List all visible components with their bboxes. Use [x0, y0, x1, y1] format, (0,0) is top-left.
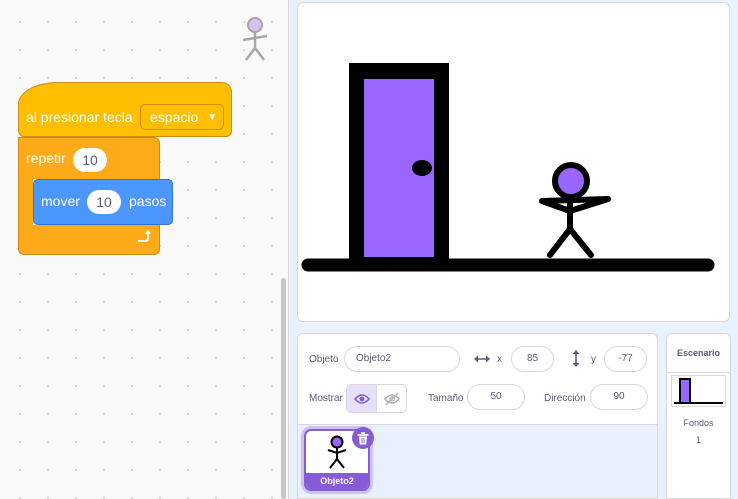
repeat-block-label: repetir: [26, 150, 66, 166]
trash-icon: [357, 431, 369, 444]
object-label: Objeto: [309, 354, 339, 365]
sprite-tile-label: Objeto2: [306, 473, 368, 489]
hat-block-label: al presionar tecla: [26, 109, 133, 125]
x-label: x: [497, 354, 502, 365]
key-dropdown[interactable]: espacio ▼: [140, 104, 224, 130]
door-sprite: [349, 63, 449, 265]
y-label: y: [591, 354, 596, 365]
stage-selector: Escenario Fondos 1: [666, 333, 731, 499]
horizontal-arrows-icon: [474, 355, 490, 363]
eye-icon: [353, 393, 370, 404]
repeat-count-input[interactable]: 10: [73, 148, 107, 172]
backdrops-label: Fondos: [683, 418, 714, 428]
y-position-input[interactable]: -77: [604, 346, 647, 372]
repeat-block[interactable]: repetir 10: [18, 137, 160, 179]
hide-sprite-button[interactable]: [377, 385, 406, 412]
repeat-block-bottom: [18, 225, 160, 255]
move-block-unit: pasos: [129, 193, 167, 209]
sprite-panel: Objeto Objeto2 x 85 y -77 Mostrar Tamaño…: [297, 333, 658, 499]
dropdown-caret-icon: ▼: [207, 111, 218, 123]
stage-canvas: [301, 63, 715, 272]
move-steps-input[interactable]: 10: [87, 190, 121, 214]
loop-arrow-icon: [138, 230, 151, 242]
show-label: Mostrar: [309, 393, 343, 404]
stick-figure-sprite: [539, 162, 611, 258]
code-area-scrollbar[interactable]: [281, 278, 286, 499]
when-key-pressed-block[interactable]: al presionar tecla espacio ▼: [18, 82, 232, 137]
direction-label: Dirección: [544, 393, 586, 404]
move-steps-block[interactable]: mover 10 pasos: [33, 179, 173, 225]
delete-sprite-button[interactable]: [352, 427, 374, 449]
code-area[interactable]: al presionar tecla espacio ▼ repetir 10 …: [0, 0, 289, 499]
sprite-info: Objeto Objeto2 x 85 y -77 Mostrar Tamaño…: [298, 334, 657, 425]
move-block-label: mover: [41, 193, 80, 209]
sprite-preview-icon: [242, 17, 268, 61]
stage[interactable]: [297, 2, 730, 322]
show-toggle: [346, 384, 407, 413]
vertical-arrows-icon: [572, 350, 580, 367]
sprite-name-input[interactable]: Objeto2: [344, 346, 460, 372]
repeat-block-arm: [18, 178, 33, 226]
backdrops-count: 1: [695, 435, 701, 445]
size-input[interactable]: 50: [467, 384, 525, 410]
key-dropdown-value: espacio: [150, 109, 199, 125]
show-sprite-button[interactable]: [347, 385, 377, 412]
stage-thumbnail-image: [674, 378, 723, 404]
eye-hidden-icon: [383, 391, 400, 406]
direction-input[interactable]: 90: [590, 384, 648, 410]
stage-thumbnail[interactable]: [671, 375, 726, 407]
size-label: Tamaño: [428, 393, 464, 404]
stage-selector-title: Escenario: [667, 334, 730, 373]
x-position-input[interactable]: 85: [511, 346, 554, 372]
